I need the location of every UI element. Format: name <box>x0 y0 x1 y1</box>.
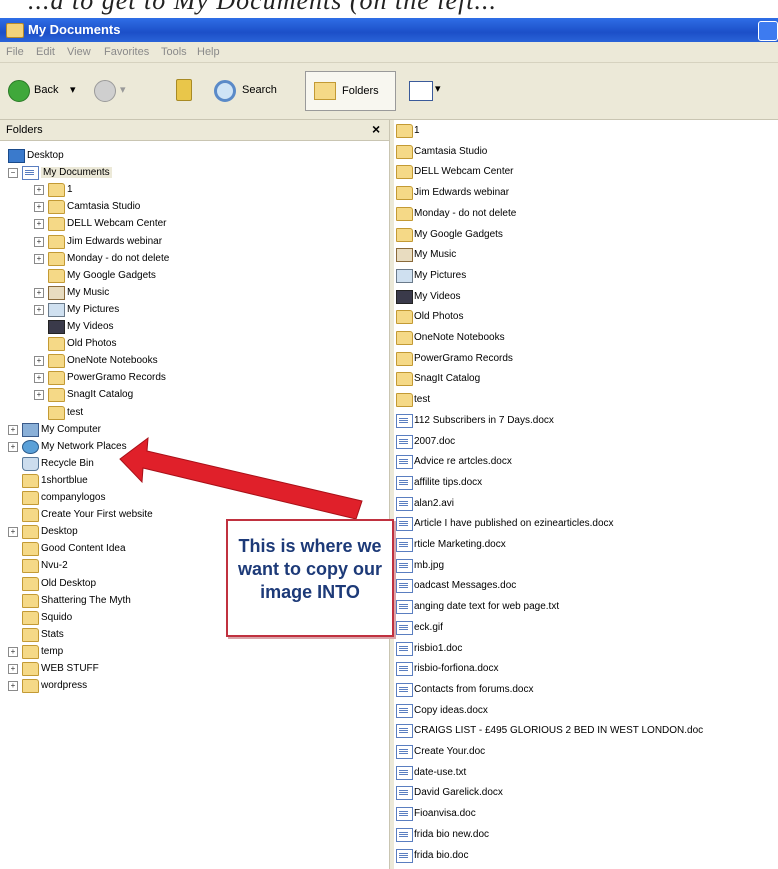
callout-box: This is where we want to copy our image … <box>226 519 394 637</box>
red-arrow-annotation <box>119 436 363 520</box>
arrow-icon <box>119 436 363 520</box>
callout-text: This is where we want to copy our image … <box>238 536 382 602</box>
